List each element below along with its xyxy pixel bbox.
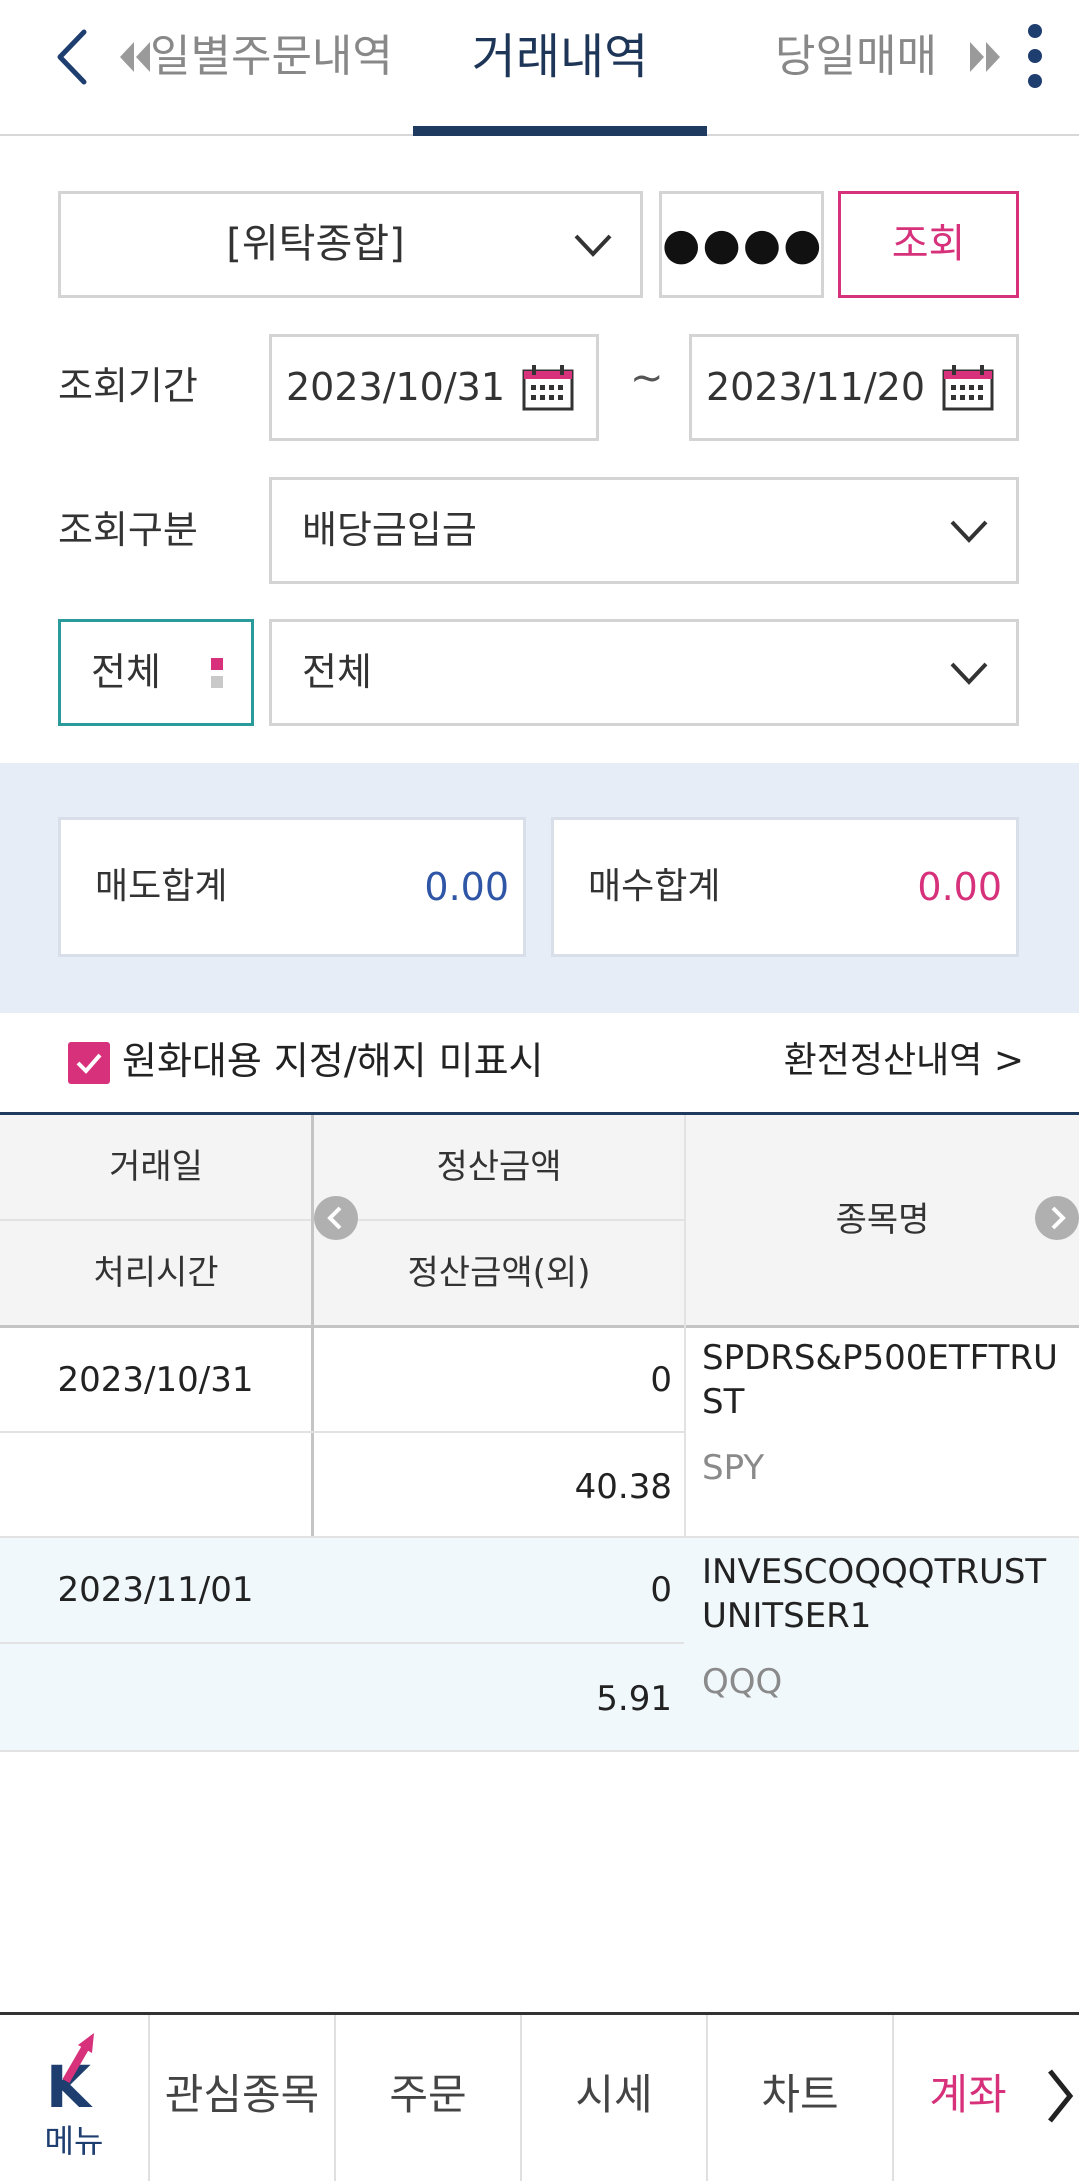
calendar-icon[interactable]	[942, 365, 994, 411]
end-date-value: 2023/11/20	[706, 365, 926, 409]
summary-panel: 매도합계 0.00 매수합계 0.00	[0, 763, 1079, 1013]
table-row-settlement-foreign[interactable]: 5.91	[314, 1644, 672, 1748]
chevron-right-icon[interactable]	[1042, 2063, 1078, 2129]
chevron-down-icon	[574, 234, 612, 257]
nav-quotes[interactable]: 시세	[520, 2015, 706, 2181]
nav-account[interactable]: 계좌	[892, 2015, 1042, 2181]
header-process-time: 처리시간	[0, 1221, 312, 1325]
tab-transactions[interactable]: 거래내역	[413, 22, 707, 92]
end-date-field[interactable]: 2023/11/20	[689, 334, 1019, 441]
start-date-field[interactable]: 2023/10/31	[269, 334, 599, 441]
category-label: 조회구분	[58, 508, 198, 552]
hide-krw-substitute-label[interactable]: 원화대용 지정/해지 미표시	[122, 1036, 544, 1086]
tab-today-trades[interactable]: 당일매매	[775, 22, 937, 92]
period-label: 조회기간	[58, 364, 198, 408]
hide-krw-substitute-checkbox[interactable]	[68, 1042, 110, 1084]
scroll-right-icon[interactable]	[1035, 1196, 1079, 1240]
more-options-icon[interactable]	[1020, 18, 1050, 94]
table-row-trade-date[interactable]: 2023/10/31	[0, 1328, 311, 1432]
search-button[interactable]: 조회	[838, 191, 1019, 298]
tab-daily-orders[interactable]: 일별주문내역	[150, 22, 393, 92]
stock-name-line2: UNITSER1	[702, 1596, 872, 1636]
table-row-trade-date[interactable]: 2023/11/01	[0, 1538, 311, 1642]
toggle-indicator-icon	[211, 658, 225, 694]
header-name: 종목명	[686, 1115, 1079, 1325]
nav-chart[interactable]: 차트	[706, 2015, 892, 2181]
active-tab-indicator	[413, 126, 707, 136]
svg-text:K: K	[46, 2053, 93, 2121]
scroll-left-icon[interactable]	[314, 1196, 358, 1240]
date-separator: ~	[630, 355, 664, 401]
buy-total-label: 매수합계	[588, 866, 721, 907]
checkmark-icon	[76, 1053, 102, 1074]
account-type-value: [위탁종합]	[226, 221, 405, 267]
row-divider	[0, 1431, 684, 1433]
nav-order[interactable]: 주문	[334, 2015, 520, 2181]
password-field[interactable]: ●●●●	[659, 191, 824, 298]
scope-select[interactable]: 전체	[269, 619, 1019, 726]
calendar-icon[interactable]	[522, 365, 574, 411]
menu-label: 메뉴	[44, 2122, 104, 2160]
header-settlement: 정산금액	[314, 1115, 684, 1219]
scope-toggle-label: 전체	[91, 650, 161, 694]
header-trade-date: 거래일	[0, 1115, 312, 1219]
double-arrow-left-icon[interactable]	[118, 38, 152, 76]
bottom-navigation: K 메뉴 관심종목 주문 시세 차트 계좌	[0, 2012, 1079, 2181]
sell-total-value: 0.00	[424, 865, 509, 909]
double-arrow-right-icon[interactable]	[968, 38, 1002, 76]
buy-total-card: 매수합계 0.00	[551, 817, 1019, 957]
table-row-name[interactable]: SPDRS&P500ETFTRU ST	[702, 1336, 1074, 1424]
nav-watchlist[interactable]: 관심종목	[148, 2015, 334, 2181]
sell-total-card: 매도합계 0.00	[58, 817, 526, 957]
row-divider	[0, 1642, 684, 1644]
start-date-value: 2023/10/31	[286, 365, 506, 409]
stock-ticker: QQQ	[702, 1662, 783, 1702]
scope-toggle[interactable]: 전체	[58, 619, 254, 726]
stock-name-line1: INVESCOQQQTRUST	[702, 1552, 1047, 1592]
chevron-left-icon	[57, 29, 87, 85]
category-value: 배당금입금	[302, 508, 477, 552]
table-row-process-time[interactable]	[0, 1644, 311, 1748]
table-row-settlement-foreign[interactable]: 40.38	[314, 1432, 672, 1536]
table-bottom-border	[0, 1750, 1079, 1752]
chevron-down-icon	[950, 662, 988, 685]
table-row-settlement[interactable]: 0	[314, 1538, 672, 1642]
table-row-process-time[interactable]	[0, 1432, 311, 1536]
table-row-name[interactable]: INVESCOQQQTRUST UNITSER1	[702, 1550, 1074, 1638]
buy-total-value: 0.00	[917, 865, 1002, 909]
stock-name-line2: ST	[702, 1382, 745, 1422]
category-select[interactable]: 배당금입금	[269, 477, 1019, 584]
top-tab-bar: 일별주문내역 거래내역 당일매매	[0, 0, 1079, 136]
stock-ticker: SPY	[702, 1448, 765, 1488]
back-button[interactable]	[50, 22, 100, 92]
sell-total-label: 매도합계	[95, 866, 228, 907]
menu-button[interactable]: K 메뉴	[0, 2015, 148, 2181]
table-row-settlement[interactable]: 0	[314, 1328, 672, 1432]
fx-settlement-link[interactable]: 환전정산내역 >	[784, 1036, 1024, 1086]
chevron-down-icon	[950, 520, 988, 543]
stock-name-line1: SPDRS&P500ETFTRU	[702, 1338, 1058, 1378]
header-settlement-foreign: 정산금액(외)	[314, 1221, 684, 1325]
account-type-select[interactable]: [위탁종합]	[58, 191, 643, 298]
scope-value: 전체	[302, 650, 372, 694]
